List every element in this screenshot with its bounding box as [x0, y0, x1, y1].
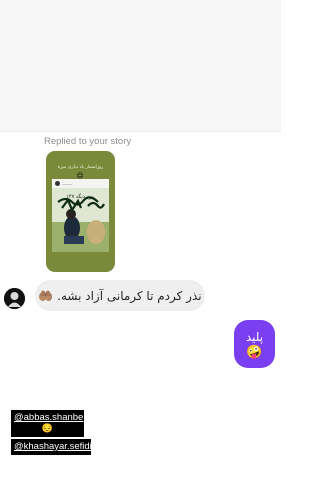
outgoing-message-emoji: 🤪 [246, 344, 263, 360]
sender-avatar[interactable] [4, 288, 25, 309]
mention-emoji: 😔 [41, 423, 54, 433]
mention-handle: @khashayar.sefidi [14, 441, 92, 452]
mini-username: ——— [62, 181, 73, 186]
outgoing-message-text: پلید [245, 329, 264, 344]
story-photo: ——— ۱۴۷ روز دیگه [52, 179, 109, 252]
incoming-message[interactable]: نذر کردم تا کرمانی آزاد بشه. 🤲🏽 [35, 280, 205, 311]
outgoing-message[interactable]: پلید 🤪 [234, 320, 275, 368]
incoming-message-text: نذر کردم تا کرمانی آزاد بشه. 🤲🏽 [38, 288, 202, 303]
mention-handle: @abbas.shanbe [14, 412, 84, 423]
story-handwriting: ۱۴۷ روز دیگه [66, 193, 94, 200]
mini-avatar [55, 181, 60, 186]
replied-to-story-label: Replied to your story [44, 136, 132, 147]
story-caption: روزاشمار یاد دیاری میره [57, 165, 104, 170]
story-reply-thumbnail[interactable]: روزاشمار یاد دیاری میره 😔 ——— ۱۴۷ روز دی… [46, 151, 115, 272]
blurred-top-area [0, 0, 281, 132]
mention-tag-abbas[interactable]: @abbas.shanbe 😔 [11, 410, 84, 437]
divider [0, 131, 281, 132]
mention-tag-khashayar[interactable]: @khashayar.sefidi [11, 439, 92, 455]
story-photo-header: ——— [52, 179, 109, 188]
story-scene-image: ۱۴۷ روز دیگه [52, 188, 109, 252]
avatar-image [4, 288, 25, 309]
